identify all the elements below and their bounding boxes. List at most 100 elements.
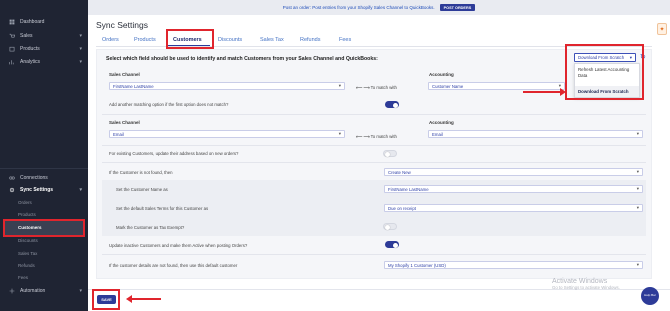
match1-accounting-select[interactable]: Customer Name ▾	[428, 82, 565, 90]
chevron-down-icon: ▾	[79, 58, 82, 65]
banner-text: Post an order: Post entries from your Sh…	[282, 5, 435, 10]
sidebar-item-label: Automation	[20, 287, 46, 294]
sidebar-subitem-products[interactable]: Products	[18, 212, 36, 217]
sidebar-item-label: Sync Settings	[20, 186, 54, 193]
sidebar-item-sales[interactable]: Sales ▾	[0, 30, 88, 41]
tab-products[interactable]: Products	[134, 37, 156, 43]
gear-icon	[9, 187, 15, 192]
tab-sales-tax[interactable]: Sales Tax	[260, 37, 284, 43]
add-option-toggle[interactable]	[385, 101, 399, 108]
sidebar-subitem-sales-tax[interactable]: Sales Tax	[18, 251, 37, 256]
row-divider	[102, 114, 646, 115]
set-name-select[interactable]: FirstName LastName ▾	[384, 185, 643, 193]
dropdown-highlight	[565, 44, 644, 100]
sidebar-subitem-refunds[interactable]: Refunds	[18, 263, 35, 268]
not-found-label: If the Customer is not found, then	[109, 170, 173, 175]
sales-icon	[9, 33, 15, 37]
sidebar-item-label: Analytics	[20, 58, 41, 65]
sales-terms-select[interactable]: Due on receipt ▾	[384, 204, 643, 212]
match2-accounting-select[interactable]: Email ▾	[428, 130, 643, 138]
match2-sales-channel-value: Email	[113, 131, 124, 137]
match-question: Select which field should be used to ide…	[106, 56, 378, 62]
match-arrows-label-2: ⟵ ⟶ To match with	[356, 134, 397, 140]
match2-sales-channel-select[interactable]: Email ▾	[109, 130, 345, 138]
sidebar-subitem-orders[interactable]: Orders	[18, 200, 32, 205]
accounting-label: Accounting	[429, 72, 454, 77]
help-chat-button[interactable]: Help Bar	[641, 287, 659, 305]
match2-accounting-value: Email	[432, 131, 443, 137]
inactive-customers-label: Update inactive Customers and make them …	[109, 243, 248, 248]
chevron-down-icon: ▾	[636, 186, 639, 191]
set-name-value: FirstName LastName	[388, 186, 429, 192]
sidebar-item-label: Products	[20, 45, 40, 52]
sales-terms-value: Due on receipt	[388, 205, 416, 211]
watermark-subtitle: Go to Settings to activate Windows.	[552, 285, 620, 290]
chevron-down-icon: ▾	[636, 205, 639, 210]
tab-fees[interactable]: Fees	[339, 37, 351, 43]
tab-discounts[interactable]: Discounts	[218, 37, 242, 43]
link-icon	[9, 176, 15, 179]
chevron-down-icon: ▾	[79, 186, 82, 193]
arrows-icon: ⟵ ⟶	[356, 134, 371, 139]
chevron-down-icon: ▾	[338, 131, 341, 136]
toggle-knob	[384, 151, 390, 157]
chevron-down-icon: ▾	[79, 32, 82, 39]
annotation-arrow-left	[126, 295, 161, 303]
sidebar-item-automation[interactable]: Automation ▾	[0, 285, 88, 296]
existing-customers-toggle[interactable]	[383, 150, 397, 157]
automation-icon	[9, 288, 15, 293]
chevron-down-icon: ▾	[79, 287, 82, 294]
row-divider	[102, 145, 646, 146]
default-customer-select[interactable]: My Shopify 1 Customer (USD) ▾	[384, 261, 643, 269]
tab-refunds[interactable]: Refunds	[300, 37, 321, 43]
help-tab-icon[interactable]: ✦	[657, 23, 667, 35]
match1-sales-channel-select[interactable]: FirstName LastName ▾	[109, 82, 345, 90]
row-divider	[102, 254, 646, 255]
windows-watermark: Activate Windows Go to Settings to activ…	[552, 278, 620, 290]
default-customer-value: My Shopify 1 Customer (USD)	[388, 262, 446, 268]
sidebar-subitem-discounts[interactable]: Discounts	[18, 238, 38, 243]
products-icon	[9, 46, 15, 51]
tax-exempt-toggle[interactable]	[383, 223, 397, 230]
chevron-down-icon: ▾	[636, 131, 639, 136]
inactive-customers-toggle[interactable]	[385, 241, 399, 248]
add-option-label: Add another matching option if the first…	[109, 102, 229, 107]
match-text: To match with	[370, 85, 397, 90]
post-orders-button[interactable]: POST ORDERS	[439, 4, 476, 11]
set-name-label: Set the Customer Name as	[116, 187, 168, 192]
row-divider	[102, 162, 646, 163]
sidebar-item-label: Connections	[20, 174, 48, 181]
analytics-icon	[9, 59, 14, 64]
sidebar-item-analytics[interactable]: Analytics ▾	[0, 56, 88, 67]
page-title: Sync Settings	[96, 20, 148, 30]
sidebar: Dashboard Sales ▾ Products ▾ Analytics ▾…	[0, 0, 88, 311]
match1-sales-channel-value: FirstName LastName	[113, 83, 154, 89]
sales-terms-label: Set the default Sales Terms for this Cus…	[116, 206, 209, 211]
default-customer-label: If the customer details are not found, t…	[109, 263, 238, 268]
match1-accounting-value: Customer Name	[432, 83, 464, 89]
dashboard-icon	[9, 19, 15, 24]
arrows-icon: ⟵ ⟶	[356, 85, 371, 90]
sidebar-item-products[interactable]: Products ▾	[0, 43, 88, 54]
sidebar-item-label: Sales	[20, 32, 33, 39]
chevron-down-icon: ▾	[79, 45, 82, 52]
tab-orders[interactable]: Orders	[102, 37, 119, 43]
sidebar-divider	[0, 168, 88, 169]
toggle-knob	[392, 242, 398, 248]
customers-highlight	[3, 219, 85, 237]
accounting-label-2: Accounting	[429, 120, 454, 125]
tab-customers-highlight	[166, 29, 214, 49]
existing-customers-label: For existing Customers, update their add…	[109, 151, 239, 156]
not-found-select[interactable]: Create New ▾	[384, 168, 643, 176]
sidebar-item-sync-settings[interactable]: Sync Settings ▾	[0, 184, 88, 195]
sales-channel-label-2: Sales Channel	[109, 120, 140, 125]
save-highlight	[92, 289, 120, 310]
toggle-knob	[392, 102, 398, 108]
match-arrows-label: ⟵ ⟶ To match with	[356, 85, 397, 91]
match-text: To match with	[370, 134, 397, 139]
chevron-down-icon: ▾	[636, 169, 639, 174]
sidebar-subitem-fees[interactable]: Fees	[18, 275, 28, 280]
sidebar-item-connections[interactable]: Connections	[0, 172, 88, 183]
chevron-down-icon: ▾	[338, 83, 341, 88]
sidebar-item-dashboard[interactable]: Dashboard	[0, 16, 88, 27]
